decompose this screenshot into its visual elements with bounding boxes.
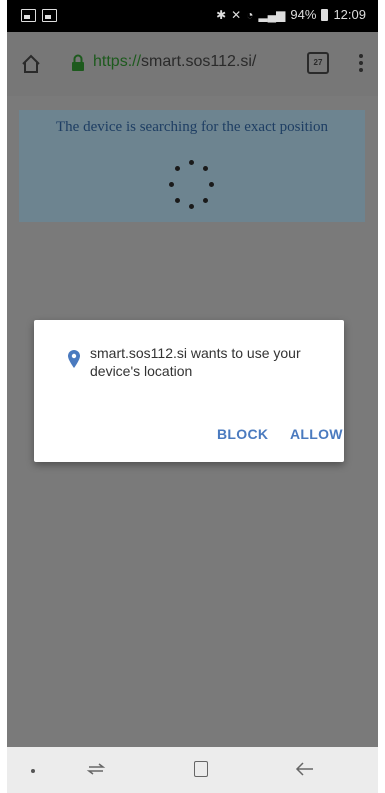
location-permission-dialog: smart.sos112.si wants to use your device…	[34, 320, 344, 462]
url-host: smart.sos112.si/	[141, 53, 257, 70]
status-indicators: ✱ ✕ ◔ ▂▄▆ 94% 12:09	[216, 7, 366, 22]
status-banner: The device is searching for the exact po…	[19, 110, 365, 222]
status-notifications	[21, 9, 57, 22]
nav-dot-icon[interactable]	[31, 769, 35, 773]
mute-icon: ✕	[231, 7, 242, 22]
status-bar: ✱ ✕ ◔ ▂▄▆ 94% 12:09	[7, 0, 378, 32]
location-pin-icon	[68, 350, 80, 368]
bluetooth-icon: ✱	[216, 7, 227, 22]
back-icon[interactable]	[295, 760, 315, 778]
wifi-icon: ◔	[246, 7, 254, 22]
url-scheme: https://	[93, 53, 142, 70]
gallery-notification-icon	[21, 9, 36, 22]
allow-button[interactable]: ALLOW	[290, 426, 343, 442]
home-icon[interactable]	[19, 52, 43, 76]
lock-icon	[72, 54, 84, 71]
overflow-menu-icon[interactable]	[359, 52, 365, 74]
system-nav-bar	[7, 747, 378, 793]
phone-screen: ✱ ✕ ◔ ▂▄▆ 94% 12:09 https://smart.sos112…	[7, 0, 378, 793]
battery-percent: 94%	[290, 7, 317, 22]
url-bar[interactable]: https://smart.sos112.si/	[93, 53, 256, 71]
home-button-icon[interactable]	[194, 761, 208, 777]
recent-apps-icon[interactable]	[85, 760, 107, 778]
browser-toolbar: https://smart.sos112.si/ 27	[7, 32, 378, 96]
dialog-message: smart.sos112.si wants to use your device…	[90, 345, 301, 379]
clock: 12:09	[333, 7, 366, 22]
image-notification-icon	[42, 9, 57, 22]
battery-icon	[321, 8, 329, 21]
block-button[interactable]: BLOCK	[217, 426, 268, 442]
loading-spinner-icon	[169, 160, 215, 212]
banner-text: The device is searching for the exact po…	[56, 119, 328, 135]
tab-switcher-button[interactable]: 27	[307, 52, 329, 74]
signal-icon: ▂▄▆	[258, 7, 286, 22]
